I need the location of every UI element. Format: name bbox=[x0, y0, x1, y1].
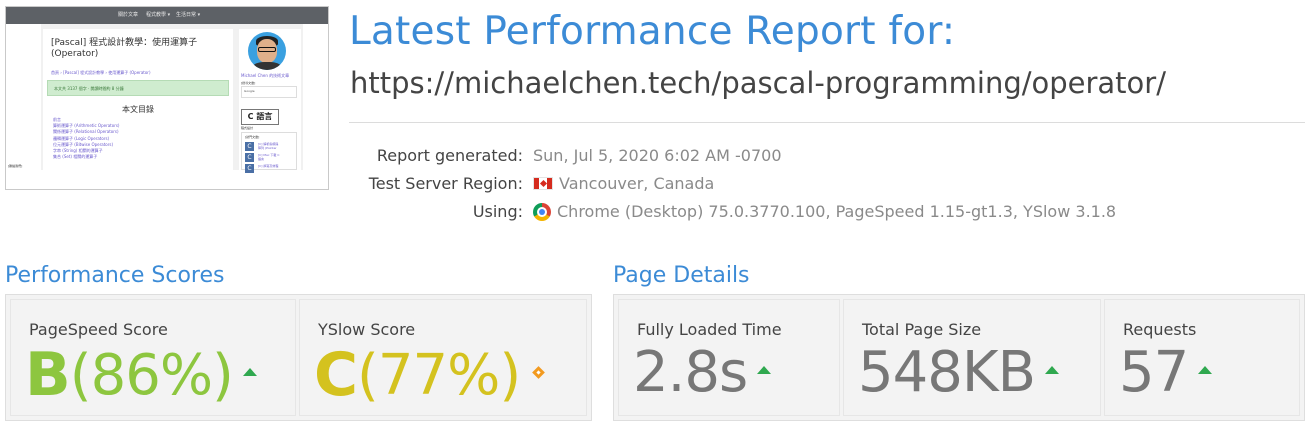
thumbnail-nav-home: 關於文章 bbox=[118, 12, 139, 18]
pagespeed-score-card[interactable]: PageSpeed Score B (86%) bbox=[10, 299, 296, 416]
using-row: Using: bbox=[0, 202, 523, 224]
page-details-panel: Fully Loaded Time 2.8s Total Page Size 5… bbox=[613, 294, 1305, 421]
requests-label: Requests bbox=[1123, 320, 1197, 339]
thumbnail-notice: 本文共 3137 個字 · 閱讀時間約 8 分鐘 bbox=[47, 80, 229, 96]
chrome-icon bbox=[533, 202, 551, 221]
yslow-score-card[interactable]: YSlow Score C (77%) bbox=[299, 299, 587, 416]
yslow-percent: (77%) bbox=[357, 342, 521, 408]
thumbnail-nav-item: 生活日常 ▾ bbox=[176, 12, 201, 18]
up-arrow-icon bbox=[242, 368, 257, 376]
region-label: Test Server Region: bbox=[368, 174, 523, 193]
avatar bbox=[248, 32, 286, 70]
thumbnail-toc-title: 本文目錄 bbox=[122, 105, 154, 114]
total-page-size-card[interactable]: Total Page Size 548KB bbox=[843, 299, 1101, 416]
requests-value: 57 bbox=[1119, 340, 1189, 405]
thumbnail-toc-item: 關係運算子 (Relational Operators) bbox=[53, 129, 119, 135]
diamond-icon bbox=[532, 365, 546, 379]
fully-loaded-time-value: 2.8s bbox=[633, 340, 748, 405]
thumbnail-article-title: [Pascal] 程式設計教學：使用運算子 (Operator) bbox=[51, 38, 198, 59]
header-divider bbox=[349, 122, 1305, 123]
up-arrow-icon bbox=[757, 365, 772, 374]
pagespeed-score-label: PageSpeed Score bbox=[29, 320, 168, 339]
yslow-score-value: C (77%) bbox=[314, 340, 546, 410]
total-page-size-label: Total Page Size bbox=[862, 320, 982, 339]
thumbnail-sidebar-logo: C 語言 bbox=[241, 109, 279, 125]
report-title: Latest Performance Report for: bbox=[349, 9, 956, 54]
thumbnail-sidebar-search-label: [搜尋文章] bbox=[241, 81, 256, 85]
requests-value-wrap: 57 bbox=[1119, 340, 1213, 405]
using-label: Using: bbox=[472, 202, 523, 221]
report-generated-value: Sun, Jul 5, 2020 6:02 AM -0700 bbox=[533, 146, 782, 165]
total-page-size-value: 548KB bbox=[858, 340, 1036, 405]
thumbnail-sidebar-name: Michael Chen 的技術文章 bbox=[241, 73, 290, 78]
fully-loaded-time-label: Fully Loaded Time bbox=[637, 320, 782, 339]
thumbnail-breadcrumb: 首頁 › [Pascal] 程式設計教學 › 使用運算子 (Operator) bbox=[51, 70, 151, 75]
yslow-score-label: YSlow Score bbox=[318, 320, 416, 339]
up-arrow-icon bbox=[1045, 365, 1060, 374]
total-page-size-value-wrap: 548KB bbox=[858, 340, 1060, 405]
thumbnail-topbar: 關於文章 程式教學 ▾ 生活日常 ▾ bbox=[6, 7, 328, 24]
thumbnail-sidebar-logo-sub: 程式設計 bbox=[241, 126, 254, 130]
yslow-grade: C bbox=[314, 340, 358, 410]
thumbnail-sidebar-search-box: Google bbox=[241, 86, 297, 98]
region-value-wrap: Vancouver, Canada bbox=[533, 174, 714, 193]
up-arrow-icon bbox=[1198, 365, 1213, 374]
fully-loaded-time-value-wrap: 2.8s bbox=[633, 340, 772, 405]
performance-scores-title: Performance Scores bbox=[5, 263, 225, 288]
using-value-wrap: Chrome (Desktop) 75.0.3770.100, PageSpee… bbox=[533, 202, 1116, 221]
thumbnail-sidebar-list-header: [熱門文章] bbox=[245, 135, 260, 139]
page-details-title: Page Details bbox=[613, 263, 750, 288]
requests-card[interactable]: Requests 57 bbox=[1104, 299, 1300, 416]
pagespeed-score-value: B (86%) bbox=[25, 340, 257, 410]
fully-loaded-time-card[interactable]: Fully Loaded Time 2.8s bbox=[618, 299, 840, 416]
performance-scores-panel: PageSpeed Score B (86%) YSlow Score C (7… bbox=[5, 294, 592, 421]
report-generated-row: Report generated: bbox=[0, 146, 523, 168]
using-value: Chrome (Desktop) 75.0.3770.100, PageSpee… bbox=[557, 202, 1117, 221]
pagespeed-percent: (86%) bbox=[69, 342, 234, 408]
thumbnail-nav-item: 程式教學 ▾ bbox=[146, 12, 171, 18]
report-url[interactable]: https://michaelchen.tech/pascal-programm… bbox=[350, 66, 1166, 100]
region-value: Vancouver, Canada bbox=[559, 174, 715, 193]
report-generated-label: Report generated: bbox=[376, 146, 523, 165]
canada-flag-icon bbox=[533, 177, 553, 190]
pagespeed-grade: B bbox=[25, 340, 71, 410]
region-row: Test Server Region: bbox=[0, 174, 523, 196]
